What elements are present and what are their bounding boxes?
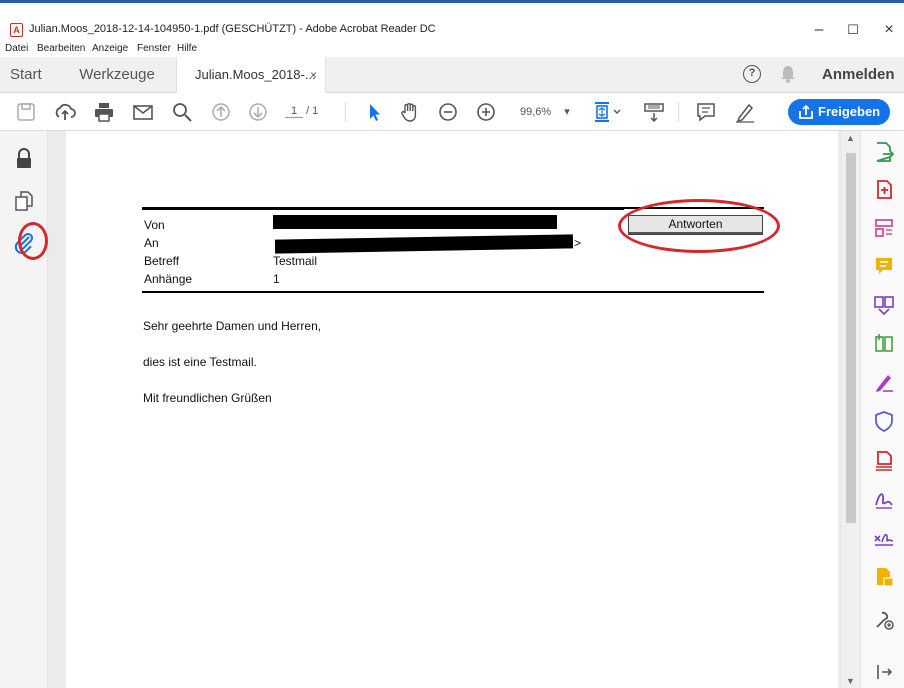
organize-pages-icon[interactable] <box>873 332 895 354</box>
menu-bearbeiten[interactable]: Bearbeiten <box>37 43 85 54</box>
protect-icon[interactable] <box>873 410 895 433</box>
scroll-up-arrow[interactable]: ▲ <box>846 133 855 143</box>
menu-bar: Datei Bearbeiten Anzeige Fenster Hilfe <box>0 40 904 57</box>
menu-fenster[interactable]: Fenster <box>137 43 171 54</box>
title-bar: A Julian.Moos_2018-12-14-104950-1.pdf (G… <box>0 3 904 40</box>
tab-close-icon[interactable]: × <box>310 57 317 93</box>
fill-sign-icon[interactable] <box>873 371 895 393</box>
header-top-rule <box>142 207 624 210</box>
body-closing: Mit freundlichen Grüßen <box>143 391 272 405</box>
redacted-sender <box>273 215 557 229</box>
page-total: / 1 <box>306 105 319 117</box>
zoom-dropdown[interactable]: 99,6% ▾ <box>520 105 570 118</box>
recipient-tail: > <box>574 236 582 250</box>
to-label: An <box>144 236 159 250</box>
expand-pane-icon[interactable] <box>873 661 895 683</box>
attachments-value: 1 <box>273 272 280 286</box>
copy-pages-icon[interactable] <box>12 189 36 213</box>
body-greeting: Sehr geehrte Damen und Herren, <box>143 319 322 333</box>
window-title: Julian.Moos_2018-12-14-104950-1.pdf (GES… <box>29 23 436 35</box>
select-cursor-icon[interactable] <box>362 100 386 124</box>
from-label: Von <box>144 218 165 232</box>
share-icon <box>799 104 813 119</box>
left-navigation-pane <box>0 131 48 688</box>
subject-label: Betreff <box>144 254 180 268</box>
toolbar: 1 / 1 99,6% ▾ Freigeben <box>0 93 904 131</box>
tab-start[interactable]: Start <box>0 57 62 93</box>
tab-document-label: Julian.Moos_2018-... <box>195 67 316 82</box>
lock-icon[interactable] <box>12 147 36 171</box>
more-tools-icon[interactable] <box>873 609 895 631</box>
toolbar-divider <box>345 102 346 122</box>
reply-button[interactable]: Antworten <box>628 215 763 235</box>
stamp-icon[interactable] <box>873 566 895 588</box>
notification-bell-icon[interactable] <box>780 64 796 84</box>
edit-pdf-icon[interactable] <box>873 217 895 239</box>
attachments-label: Anhänge <box>144 272 193 286</box>
zoom-out-icon[interactable] <box>436 100 460 124</box>
tab-bar: Start Werkzeuge Julian.Moos_2018-... × ?… <box>0 57 904 94</box>
right-tools-pane <box>860 131 904 688</box>
menu-datei[interactable]: Datei <box>5 43 28 54</box>
zoom-in-icon[interactable] <box>474 100 498 124</box>
share-label: Freigeben <box>818 104 881 119</box>
header-bottom-rule <box>142 291 764 293</box>
menu-anzeige[interactable]: Anzeige <box>92 43 128 54</box>
close-window-button[interactable]: × <box>878 20 900 40</box>
save-icon[interactable] <box>14 100 38 124</box>
send-for-signature-icon[interactable] <box>873 488 895 510</box>
upload-cloud-icon[interactable] <box>53 100 77 124</box>
help-icon[interactable]: ? <box>743 65 761 83</box>
hand-tool-icon[interactable] <box>398 100 422 124</box>
print-icon[interactable] <box>92 100 116 124</box>
body-text: dies ist eine Testmail. <box>143 355 257 369</box>
minimize-button[interactable]: – <box>808 20 830 40</box>
search-icon[interactable] <box>170 100 194 124</box>
scroll-mode-icon[interactable] <box>642 100 666 124</box>
tab-document[interactable]: Julian.Moos_2018-... × <box>176 57 326 94</box>
maximize-button[interactable]: ☐ <box>842 20 864 40</box>
certificates-icon[interactable] <box>873 527 895 549</box>
mail-icon[interactable] <box>131 100 155 124</box>
header-top-rule-right <box>624 207 764 209</box>
create-pdf-icon[interactable] <box>873 178 895 200</box>
scroll-down-arrow[interactable]: ▼ <box>846 676 855 686</box>
page-number-field[interactable]: 1 / 1 <box>285 105 318 118</box>
export-pdf-icon[interactable] <box>873 141 895 163</box>
comment-icon[interactable] <box>694 100 718 124</box>
previous-page-icon[interactable] <box>209 100 233 124</box>
page-current[interactable]: 1 <box>285 105 303 118</box>
tab-tools[interactable]: Werkzeuge <box>62 57 172 93</box>
toolbar-divider <box>678 102 679 122</box>
share-button[interactable]: Freigeben <box>788 99 890 125</box>
combine-files-icon[interactable] <box>873 294 895 316</box>
comment-tool-icon[interactable] <box>873 255 895 277</box>
vertical-scrollbar[interactable]: ▲ ▼ <box>842 131 860 688</box>
fit-page-icon[interactable] <box>590 100 624 124</box>
print-production-icon[interactable] <box>873 449 895 471</box>
scrollbar-thumb[interactable] <box>846 153 856 523</box>
menu-hilfe[interactable]: Hilfe <box>177 43 197 54</box>
subject-value: Testmail <box>273 254 318 268</box>
attachment-icon[interactable] <box>12 230 36 254</box>
next-page-icon[interactable] <box>246 100 270 124</box>
acrobat-pdf-icon: A <box>10 23 23 37</box>
sign-in-link[interactable]: Anmelden <box>822 57 895 93</box>
chevron-down-icon: ▾ <box>564 106 570 118</box>
sign-pen-icon[interactable] <box>733 100 757 124</box>
zoom-value: 99,6% <box>520 106 552 118</box>
